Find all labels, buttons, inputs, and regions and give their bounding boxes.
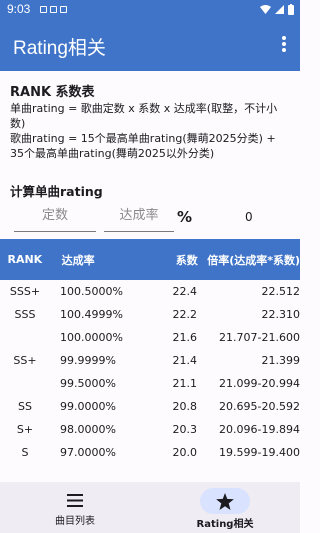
active-indicator: [200, 488, 250, 514]
calculator-heading: 计算单曲rating: [10, 184, 103, 199]
cell-factor: 22.4: [172, 285, 198, 298]
cell-factor: 20.8: [172, 400, 198, 413]
cell-achievement: 99.9999%: [60, 354, 116, 367]
cell-achievement: 100.4999%: [60, 308, 123, 321]
cell-rank: S+: [16, 423, 34, 436]
cell-rank: S: [21, 446, 29, 459]
content: RANK 系数表 单曲rating = 歌曲定数 x 系数 x 达成率(取整，不…: [0, 71, 300, 459]
cell-achievement: 100.0000%: [60, 331, 123, 344]
cell-achievement: 97.0000%: [60, 446, 116, 459]
cell-achievement: 99.5000%: [60, 377, 116, 390]
table-header: RANK 达成率 系数 倍率(达成率*系数): [0, 239, 300, 280]
table-row: SS 99.0000% 20.8 20.695-20.592: [0, 395, 300, 418]
app-title: Rating相关: [13, 38, 106, 59]
rating-result: 0: [245, 210, 253, 224]
nav-label-song-list: 曲目列表: [55, 516, 95, 527]
table-row: SS+ 99.9999% 21.4 21.399: [0, 349, 300, 372]
system-icons: [260, 4, 294, 15]
table-row: SSS 100.4999% 22.2 22.310: [0, 303, 300, 326]
cell-factor: 21.1: [172, 377, 198, 390]
nav-item-rating[interactable]: Rating相关: [150, 482, 300, 533]
cell-factor: 21.4: [172, 354, 198, 367]
rank-table: RANK 达成率 系数 倍率(达成率*系数) SSS+ 100.5000% 22…: [0, 239, 300, 464]
cell-rank: SSS+: [9, 285, 41, 298]
info-line-single-rating: 单曲rating = 歌曲定数 x 系数 x 达成率(取整，不计小数): [10, 102, 278, 130]
cell-multiplier: 21.707-21.600: [219, 331, 300, 344]
table-row: 100.0000% 21.6 21.707-21.600: [0, 326, 300, 349]
info-heading: RANK 系数表: [10, 85, 95, 100]
header-rank: RANK: [7, 253, 43, 266]
header-achievement: 达成率: [61, 253, 95, 267]
cell-multiplier: 22.512: [261, 285, 301, 298]
status-bar: 9:03: [0, 0, 300, 19]
signal-icon: [275, 5, 284, 14]
more-vert-icon[interactable]: [282, 36, 286, 54]
notification-icon: [60, 6, 67, 13]
achievement-input[interactable]: 达成率: [104, 203, 174, 232]
notification-icon: [50, 6, 57, 13]
cell-factor: 20.0: [172, 446, 198, 459]
nav-label-rating: Rating相关: [196, 519, 254, 530]
list-icon: [62, 491, 88, 509]
cell-multiplier: 21.099-20.994: [219, 377, 300, 390]
cell-factor: 22.2: [172, 308, 198, 321]
table-row: SSS+ 100.5000% 22.4 22.512: [0, 280, 300, 303]
cell-rank: SS: [18, 400, 32, 413]
info-line-song-rating: 歌曲rating = 15个最高单曲rating(舞萌2025分类) + 35个…: [10, 132, 276, 160]
app-bar: Rating相关: [0, 19, 300, 71]
cell-rank: SS+: [13, 354, 37, 367]
wifi-icon: [260, 5, 271, 14]
star-icon: [216, 492, 234, 510]
notification-icon: [40, 6, 47, 13]
table-row: 99.5000% 21.1 21.099-20.994: [0, 372, 300, 395]
cell-rank: SSS: [14, 308, 36, 321]
battery-icon: [288, 4, 294, 15]
cell-achievement: 98.0000%: [60, 423, 116, 436]
nav-item-song-list[interactable]: 曲目列表: [0, 482, 150, 533]
level-input[interactable]: 定数: [14, 203, 96, 232]
cell-factor: 20.3: [172, 423, 198, 436]
cell-factor: 21.6: [172, 331, 198, 344]
cell-multiplier: 19.599-19.400: [219, 446, 300, 459]
info-section: RANK 系数表 单曲rating = 歌曲定数 x 系数 x 达成率(取整，不…: [0, 71, 300, 161]
status-time: 9:03: [7, 2, 31, 16]
calculator-inputs: 定数 达成率 % 0: [0, 203, 300, 233]
notification-icons: [40, 3, 70, 16]
bottom-navigation: 曲目列表 Rating相关: [0, 482, 300, 533]
percent-symbol: %: [177, 208, 193, 226]
cell-achievement: 99.0000%: [60, 400, 116, 413]
cell-multiplier: 22.310: [261, 308, 301, 321]
cell-multiplier: 20.695-20.592: [219, 400, 300, 413]
table-row: S 97.0000% 20.0 19.599-19.400: [0, 441, 301, 464]
cell-multiplier: 20.096-19.894: [219, 423, 300, 436]
table-row: S+ 98.0000% 20.3 20.096-19.894: [0, 418, 300, 441]
cell-achievement: 100.5000%: [60, 285, 123, 298]
header-factor: 系数: [175, 253, 198, 267]
header-multiplier: 倍率(达成率*系数): [207, 253, 301, 267]
cell-multiplier: 21.399: [261, 354, 301, 367]
